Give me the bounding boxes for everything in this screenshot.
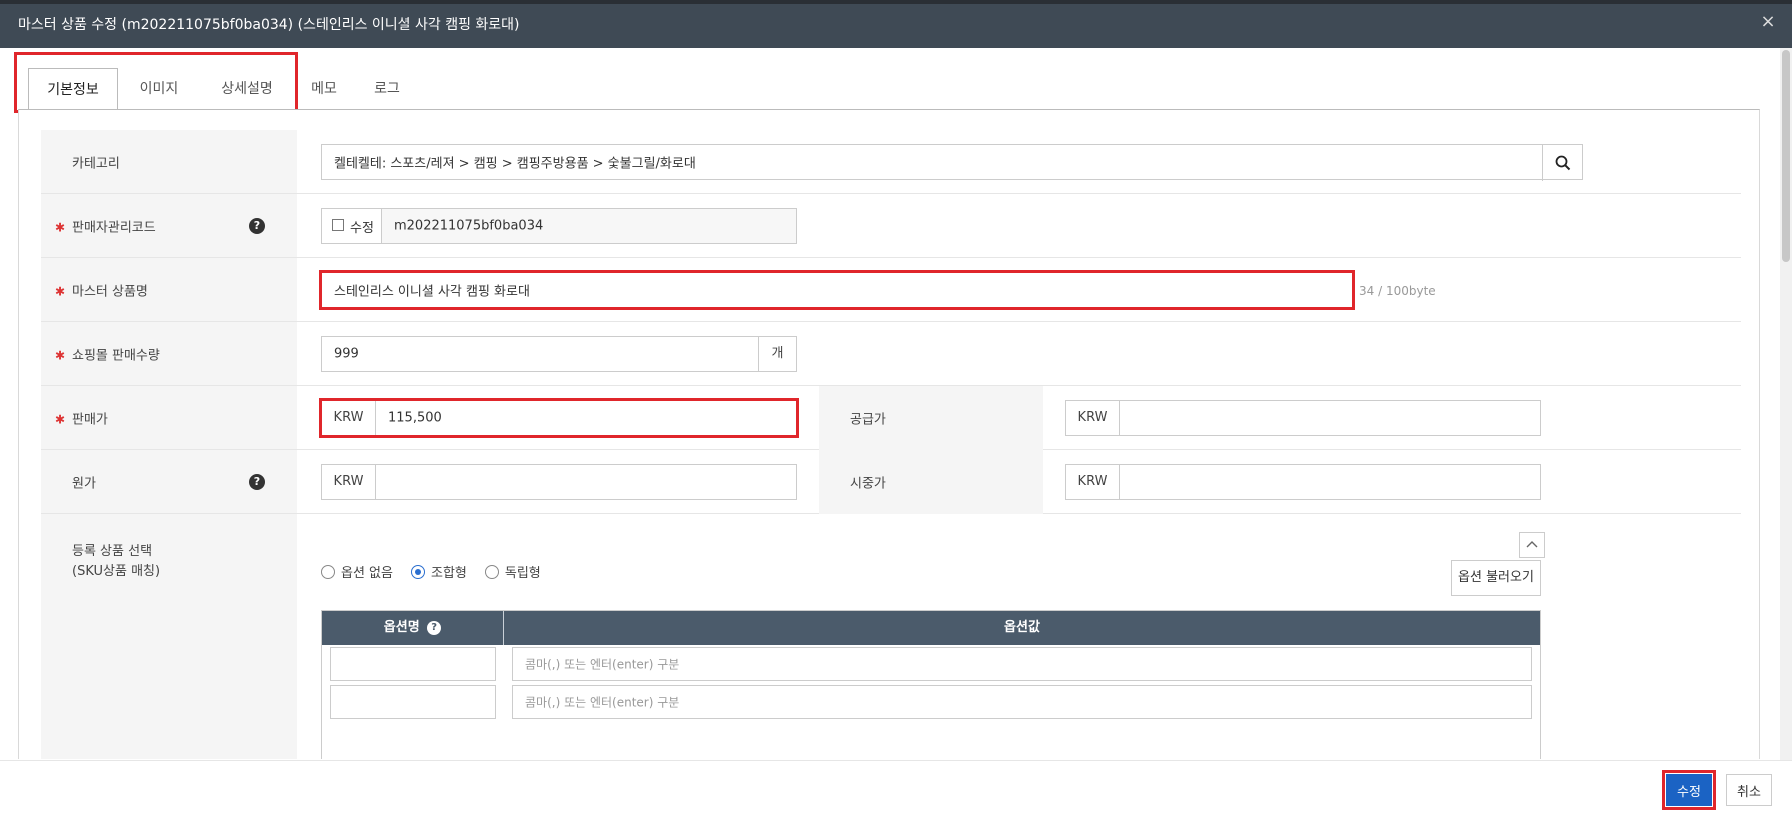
supply-price-input[interactable]: KRW <box>1065 400 1541 436</box>
label-cell: 등록 상품 선택 (SKU상품 매칭) <box>41 514 297 759</box>
product-name-input[interactable]: 스테인리스 이니셜 사각 캠핑 화로대 <box>321 272 1353 308</box>
modal-header: 마스터 상품 수정 (m202211075bf0ba034) (스테인리스 이니… <box>0 0 1792 48</box>
radio-independent[interactable]: 독립형 <box>484 562 541 581</box>
edit-checkbox[interactable] <box>332 219 344 231</box>
tab-log[interactable]: 로그 <box>354 68 420 110</box>
cost-price-label: 원가 <box>72 476 96 491</box>
radio-dot[interactable] <box>321 564 335 579</box>
row-cost-price: 원가 ? KRW 시중가 KRW <box>41 450 1741 514</box>
label-cell: 원가 ? <box>41 450 297 513</box>
collapse-button[interactable] <box>1519 532 1545 558</box>
required-mark: ✱ <box>55 219 66 234</box>
save-button[interactable]: 수정 <box>1666 774 1712 806</box>
sales-quantity-input[interactable]: 999 개 <box>321 336 797 372</box>
option-table: 옵션명 ? 옵션값 콤마(,) 또는 엔터(enter) 구분 콤마(,) 또는… <box>321 610 1541 759</box>
required-mark: ✱ <box>55 347 66 362</box>
search-icon[interactable] <box>1542 145 1582 181</box>
required-mark: ✱ <box>55 411 66 426</box>
seller-code-label: 판매자관리코드 <box>72 220 156 235</box>
label-cell: 시중가 <box>819 450 1043 514</box>
option-value-placeholder: 콤마(,) 또는 엔터(enter) 구분 <box>525 657 680 672</box>
quantity-unit: 개 <box>758 337 796 371</box>
label-cell: ✱ 마스터 상품명 <box>41 258 297 321</box>
sale-price-value: 115,500 <box>388 410 442 426</box>
radio-combination[interactable]: 조합형 <box>410 562 467 581</box>
category-value: 켈테켈테: 스포츠/레져 > 캠핑 > 캠핑주방용품 > 숯불그릴/화로대 <box>334 156 696 172</box>
form-panel: 카테고리 켈테켈테: 스포츠/레져 > 캠핑 > 캠핑주방용품 > 숯불그릴/화… <box>18 109 1760 759</box>
tab-memo[interactable]: 메모 <box>294 68 354 110</box>
row-sku-selection: 등록 상품 선택 (SKU상품 매칭) 옵션 없음 조합형 독립형 옵션 불러오… <box>41 514 1741 759</box>
market-price-input[interactable]: KRW <box>1065 464 1541 500</box>
help-icon[interactable]: ? <box>249 217 265 234</box>
modal-footer: 수정 취소 <box>0 760 1792 820</box>
option-value-input[interactable]: 콤마(,) 또는 엔터(enter) 구분 <box>512 685 1532 719</box>
row-sales-quantity: ✱ 쇼핑몰 판매수량 999 개 <box>41 322 1741 386</box>
help-icon[interactable]: ? <box>427 620 442 635</box>
vertical-scrollbar[interactable] <box>1780 48 1792 760</box>
radio-dot[interactable] <box>410 564 425 579</box>
seller-code-value: m202211075bf0ba034 <box>394 218 544 234</box>
supply-price-label: 공급가 <box>850 412 886 428</box>
row-sale-price: ✱ 판매가 KRW 115,500 공급가 KRW <box>41 386 1741 450</box>
label-cell: 카테고리 <box>41 130 297 193</box>
edit-checkbox-label: 수정 <box>350 221 374 236</box>
sku-label-line1: 등록 상품 선택 <box>72 544 153 559</box>
label-cell: ✱ 판매자관리코드 ? <box>41 194 297 257</box>
tab-images[interactable]: 이미지 <box>118 68 200 110</box>
sale-price-input[interactable]: KRW 115,500 <box>321 400 797 436</box>
option-name-header-label: 옵션명 <box>383 620 420 635</box>
market-price-currency: KRW <box>1066 465 1120 499</box>
sales-quantity-label: 쇼핑몰 판매수량 <box>72 348 160 363</box>
radio-label: 옵션 없음 <box>341 566 393 581</box>
edit-checkbox-wrap[interactable]: 수정 <box>322 209 382 243</box>
category-field[interactable]: 켈테켈테: 스포츠/레져 > 캠핑 > 캠핑주방용품 > 숯불그릴/화로대 <box>321 144 1583 181</box>
label-cell: ✱ 쇼핑몰 판매수량 <box>41 322 297 385</box>
help-icon[interactable]: ? <box>249 473 265 490</box>
option-name-input[interactable] <box>330 685 496 719</box>
cancel-button[interactable]: 취소 <box>1726 774 1772 806</box>
tab-detail-description[interactable]: 상세설명 <box>200 68 294 110</box>
row-category: 카테고리 켈테켈테: 스포츠/레져 > 캠핑 > 캠핑주방용품 > 숯불그릴/화… <box>41 130 1741 194</box>
sku-label-line2: (SKU상품 매칭) <box>72 564 161 579</box>
radio-dot[interactable] <box>484 564 499 579</box>
sale-price-label: 판매가 <box>72 412 108 427</box>
category-label: 카테고리 <box>72 156 120 171</box>
option-value-header: 옵션값 <box>1004 620 1040 635</box>
radio-no-option[interactable]: 옵션 없음 <box>321 562 393 581</box>
byte-counter: 34 / 100byte <box>1359 284 1436 298</box>
option-value-placeholder: 콤마(,) 또는 엔터(enter) 구분 <box>525 695 680 710</box>
label-cell: ✱ 판매가 <box>41 386 297 449</box>
supply-price-currency: KRW <box>1066 401 1120 435</box>
option-name-header: 옵션명 ? <box>322 611 504 645</box>
radio-label: 독립형 <box>504 566 541 581</box>
header-strip <box>0 0 1792 4</box>
scrollbar-thumb[interactable] <box>1782 50 1790 262</box>
required-mark: ✱ <box>55 283 66 298</box>
label-cell: 공급가 <box>819 386 1043 450</box>
sales-quantity-value: 999 <box>334 346 359 362</box>
chevron-up-icon <box>1526 541 1538 548</box>
option-name-input[interactable] <box>330 647 496 681</box>
cost-price-input[interactable]: KRW <box>321 464 797 500</box>
option-type-radio-group: 옵션 없음 조합형 독립형 <box>321 562 541 581</box>
row-product-name: ✱ 마스터 상품명 스테인리스 이니셜 사각 캠핑 화로대 34 / 100by… <box>41 258 1741 322</box>
option-table-header: 옵션명 ? 옵션값 <box>322 611 1540 645</box>
radio-label: 조합형 <box>430 566 467 581</box>
seller-code-field: 수정 m202211075bf0ba034 <box>321 208 797 244</box>
close-icon[interactable]: × <box>1758 12 1778 32</box>
load-options-button[interactable]: 옵션 불러오기 <box>1451 560 1541 596</box>
product-name-value: 스테인리스 이니셜 사각 캠핑 화로대 <box>334 284 530 300</box>
modal-title: 마스터 상품 수정 (m202211075bf0ba034) (스테인리스 이니… <box>18 17 520 33</box>
row-seller-code: ✱ 판매자관리코드 ? 수정 m202211075bf0ba034 <box>41 194 1741 258</box>
market-price-label: 시중가 <box>850 476 886 492</box>
tab-basic-info[interactable]: 기본정보 <box>28 68 118 110</box>
option-value-input[interactable]: 콤마(,) 또는 엔터(enter) 구분 <box>512 647 1532 681</box>
sale-price-currency: KRW <box>322 401 376 435</box>
product-name-label: 마스터 상품명 <box>72 284 148 299</box>
cost-price-currency: KRW <box>322 465 376 499</box>
